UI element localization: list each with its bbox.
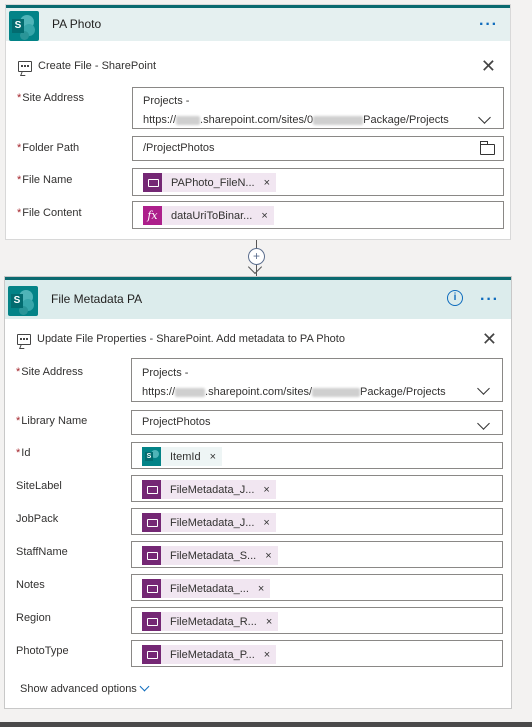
more-options-icon[interactable]: ··· [480, 291, 499, 309]
folder-path-value: /ProjectPhotos [143, 142, 215, 154]
site-address-label: *Site Address [17, 92, 85, 104]
chevron-down-icon[interactable] [478, 111, 491, 124]
card-title[interactable]: PA Photo [52, 17, 101, 31]
card-header[interactable]: S PA Photo ··· [6, 5, 510, 41]
power-apps-icon [143, 173, 162, 192]
dynamic-content-token[interactable]: FileMetadata_J... × [142, 480, 276, 499]
power-apps-icon [142, 480, 161, 499]
dynamic-content-token[interactable]: FileMetadata_P... × [142, 645, 277, 664]
dynamic-content-token[interactable]: PAPhoto_FileN... × [143, 173, 276, 192]
bottom-border [0, 722, 532, 727]
dynamic-content-token[interactable]: FileMetadata_R... × [142, 612, 279, 631]
folder-icon[interactable] [480, 141, 495, 155]
library-name-value: ProjectPhotos [142, 416, 211, 428]
power-apps-icon [142, 612, 161, 631]
remove-token-icon[interactable]: × [264, 649, 270, 661]
file-content-input[interactable]: fx dataUriToBinar... × [132, 201, 504, 229]
comment-icon[interactable] [17, 334, 31, 345]
card-title[interactable]: File Metadata PA [51, 292, 142, 306]
action-row: Update File Properties - SharePoint. Add… [15, 330, 501, 351]
sharepoint-icon: S [9, 11, 39, 41]
library-name-dropdown[interactable]: ProjectPhotos [131, 410, 503, 435]
dynamic-content-token[interactable]: FileMetadata_S... × [142, 546, 278, 565]
staffname-label: StaffName [16, 546, 68, 558]
more-options-icon[interactable]: ··· [479, 16, 498, 34]
close-icon[interactable]: ✕ [482, 330, 497, 348]
phototype-label: PhotoType [16, 645, 69, 657]
sitelabel-label: SiteLabel [16, 480, 62, 492]
remove-token-icon[interactable]: × [263, 484, 269, 496]
action-name[interactable]: Update File Properties - SharePoint. Add… [37, 333, 345, 345]
action-name[interactable]: Create File - SharePoint [38, 60, 156, 72]
remove-token-icon[interactable]: × [264, 177, 270, 189]
power-apps-icon [142, 546, 161, 565]
site-address-dropdown[interactable]: Projects - https://.sharepoint.com/sites… [132, 87, 504, 129]
sharepoint-icon: S [8, 286, 38, 316]
site-address-label: *Site Address [16, 366, 84, 378]
library-name-label: *Library Name [16, 415, 88, 427]
phototype-input[interactable]: FileMetadata_P... × [131, 640, 503, 667]
file-name-label: *File Name [17, 174, 73, 186]
folder-path-label: *Folder Path [17, 142, 80, 154]
id-input[interactable]: ItemId× [131, 442, 503, 469]
sharepoint-icon [142, 447, 161, 466]
remove-token-icon[interactable]: × [266, 616, 272, 628]
create-file-card: S PA Photo ··· Create File - SharePoint … [5, 4, 511, 240]
staffname-input[interactable]: FileMetadata_S... × [131, 541, 503, 568]
notes-input[interactable]: FileMetadata_... × [131, 574, 503, 601]
power-apps-icon [142, 513, 161, 532]
power-apps-icon [142, 579, 161, 598]
expression-icon: fx [143, 206, 162, 225]
sitelabel-input[interactable]: FileMetadata_J... × [131, 475, 503, 502]
remove-token-icon[interactable]: × [265, 550, 271, 562]
notes-label: Notes [16, 579, 45, 591]
remove-token-icon[interactable]: × [258, 583, 264, 595]
dynamic-content-token[interactable]: FileMetadata_... × [142, 579, 271, 598]
dynamic-content-token[interactable]: FileMetadata_J... × [142, 513, 276, 532]
expression-token[interactable]: fx dataUriToBinar... × [143, 206, 274, 225]
site-address-line2: https://.sharepoint.com/sites/Package/Pr… [142, 386, 446, 398]
action-row: Create File - SharePoint ✕ [16, 57, 500, 78]
site-address-line1: Projects - [142, 367, 189, 379]
jobpack-label: JobPack [16, 513, 59, 525]
folder-path-input[interactable]: /ProjectPhotos [132, 136, 504, 161]
remove-token-icon[interactable]: × [210, 451, 216, 463]
power-apps-icon [142, 645, 161, 664]
comment-icon[interactable] [18, 61, 32, 72]
id-label: *Id [16, 447, 31, 459]
chevron-down-icon[interactable] [477, 417, 490, 430]
info-icon[interactable]: i [447, 290, 463, 306]
remove-token-icon[interactable]: × [263, 517, 269, 529]
dynamic-content-token[interactable]: ItemId× [142, 447, 223, 466]
site-address-line2: https://.sharepoint.com/sites/0 Package/P… [143, 114, 449, 126]
region-input[interactable]: FileMetadata_R... × [131, 607, 503, 634]
update-file-properties-card: S File Metadata PA i ··· Update File Pro… [4, 276, 512, 709]
card-header[interactable]: S File Metadata PA i ··· [5, 277, 511, 319]
file-name-input[interactable]: PAPhoto_FileN... × [132, 168, 504, 196]
show-advanced-options-link[interactable]: Show advanced options [20, 683, 137, 695]
region-label: Region [16, 612, 51, 624]
file-content-label: *File Content [17, 207, 82, 219]
site-address-dropdown[interactable]: Projects - https://.sharepoint.com/sites… [131, 358, 503, 402]
remove-token-icon[interactable]: × [261, 210, 267, 222]
chevron-down-icon[interactable] [477, 382, 490, 395]
jobpack-input[interactable]: FileMetadata_J... × [131, 508, 503, 535]
close-icon[interactable]: ✕ [481, 57, 496, 75]
site-address-line1: Projects - [143, 95, 190, 107]
